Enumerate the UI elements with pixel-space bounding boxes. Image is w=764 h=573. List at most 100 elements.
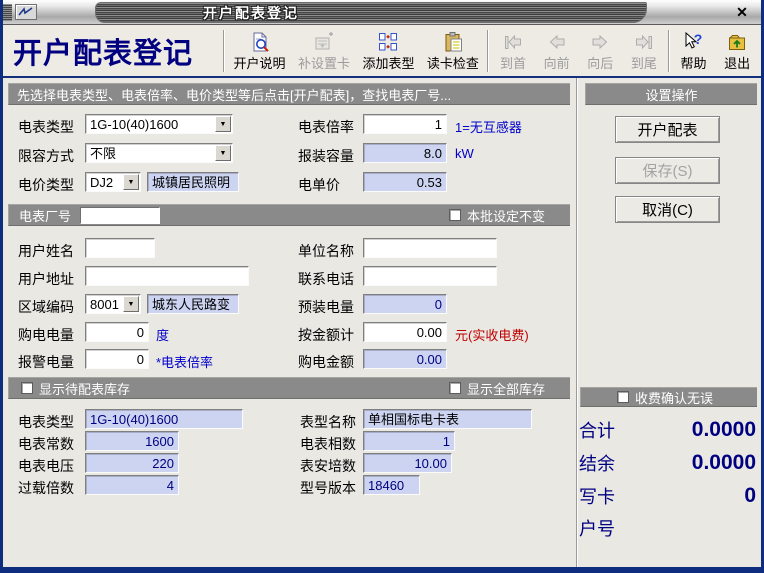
info-ampere-label: 表安培数 [300,456,356,476]
toolbar-button-read-card-check[interactable]: 读卡检查 [421,27,485,75]
limit-mode-select[interactable]: 不限 ▼ [85,143,233,163]
balance-label: 结余 [579,450,615,476]
price-type-desc: 城镇居民照明 [148,173,238,191]
factory-no-input[interactable] [80,207,160,224]
org-name-value [364,239,496,240]
window-logo-icon [15,4,37,20]
toolbar-button-reissue-card: ✳ 补设置卡 [292,27,356,75]
total-row: 合计 0.0000 [579,416,756,444]
area-code-select[interactable]: 8001 ▼ [85,294,141,314]
write-card-value: 0 [744,484,756,508]
multiplier-hint: 1=无互感器 [455,117,522,136]
toolbar-button-previous: 向前 [535,27,579,75]
user-name-input[interactable] [85,238,155,258]
by-amount-unit: 元(实收电费) [455,325,529,344]
pending-stock-checkbox[interactable] [21,382,33,394]
alarm-qty-unit: *电表倍率 [156,352,213,371]
price-type-select[interactable]: DJ2 ▼ [85,172,141,192]
multiplier-input[interactable]: 1 [363,114,447,134]
toolbar-separator [668,30,670,72]
toolbar-button-add-meter-type[interactable]: 添加表型 [356,27,420,75]
batch-fixed-checkbox-group[interactable]: 本批设定不变 [449,206,545,225]
side-panel-title: 设置操作 [645,85,697,104]
info-overload-field: 4 [85,475,179,495]
toolbar-button-exit[interactable]: 退出 [715,27,759,75]
phone-input[interactable] [363,266,497,286]
balance-row: 结余 0.0000 [579,449,756,477]
info-overload-value: 4 [86,476,178,494]
area-code-desc: 城东人民路变 [148,295,238,313]
org-name-input[interactable] [363,238,497,258]
chevron-down-icon[interactable]: ▼ [123,174,139,190]
chevron-down-icon[interactable]: ▼ [215,116,231,132]
info-voltage-label: 电表电压 [18,456,74,476]
info-type-name-value: 单相国标电卡表 [364,410,531,428]
all-stock-checkbox-group[interactable]: 显示全部库存 [449,379,545,398]
info-meter-type-label: 电表类型 [18,412,74,432]
pending-stock-label: 显示待配表库存 [39,379,130,398]
toolbar-button-label: 向前 [544,53,570,72]
capacity-unit: kW [455,146,474,161]
fee-confirm-bar: 收费确认无误 [580,387,757,407]
unit-price-value: 0.53 [364,173,446,191]
close-button[interactable]: ✕ [733,3,751,21]
info-version-value: 18460 [364,476,419,494]
hint-bar: 先选择电表类型、电表倍率、电价类型等后点击[开户配表]，查找电表厂号... [8,83,570,105]
limit-mode-value: 不限 [86,144,232,162]
total-value: 0.0000 [692,418,756,442]
chevron-down-icon[interactable]: ▼ [215,145,231,161]
address-input[interactable] [85,266,249,286]
card-plus-icon: ✳ [313,29,335,53]
phone-value [364,267,496,268]
open-account-assign-button[interactable]: 开户配表 [615,116,720,143]
factory-no-label: 电表厂号 [19,206,71,225]
capacity-value: 8.0 [364,144,446,162]
info-type-name-field: 单相国标电卡表 [363,409,532,429]
panel-divider [576,78,578,567]
toolbar-button-last: 到尾 [622,27,666,75]
preload-qty-value: 0 [364,295,446,313]
app-window: 开户配表登记 ✕ 开户配表登记 开户说明 ✳ 补设置卡 [0,0,764,573]
titlebar-stripe-stub [3,4,12,21]
titlebar-stripes [95,2,647,23]
purchase-qty-input[interactable]: 0 [85,322,149,342]
address-label: 用户地址 [18,269,74,289]
multiplier-value: 1 [364,115,446,133]
meter-type-select[interactable]: 1G-10(40)1600 ▼ [85,114,233,134]
toolbar-separator [487,30,489,72]
batch-fixed-label: 本批设定不变 [467,206,545,225]
client-area: 先选择电表类型、电表倍率、电价类型等后点击[开户配表]，查找电表厂号... 设置… [3,78,761,567]
capacity-label: 报装容量 [298,146,354,166]
stock-bar: 显示待配表库存 显示全部库存 [8,377,570,399]
page-title: 开户配表登记 [5,30,221,72]
address-value [86,267,248,268]
title-bar: 开户配表登记 ✕ [3,0,761,25]
info-phases-value: 1 [364,432,454,450]
help-icon: ? [683,29,705,53]
by-amount-input[interactable]: 0.00 [363,322,447,342]
hint-text: 先选择电表类型、电表倍率、电价类型等后点击[开户配表]，查找电表厂号... [17,85,451,104]
all-stock-checkbox[interactable] [449,382,461,394]
cancel-button[interactable]: 取消(C) [615,196,720,223]
toolbar: 开户配表登记 开户说明 ✳ 补设置卡 添加表型 [3,25,761,78]
area-code-label: 区域编码 [18,297,74,317]
by-amount-value: 0.00 [364,323,446,341]
batch-fixed-checkbox[interactable] [449,209,461,221]
alarm-qty-input[interactable]: 0 [85,349,149,369]
pending-stock-checkbox-group[interactable]: 显示待配表库存 [21,379,130,398]
purchase-qty-unit: 度 [156,325,169,344]
info-overload-label: 过载倍数 [18,478,74,498]
fee-confirm-checkbox-group[interactable]: 收费确认无误 [617,388,713,407]
info-voltage-field: 220 [85,453,179,473]
info-phases-field: 1 [363,431,455,451]
info-ampere-field: 10.00 [363,453,452,473]
toolbar-button-open-instructions[interactable]: 开户说明 [227,27,291,75]
purchase-amount-field: 0.00 [363,349,447,369]
purchase-qty-value: 0 [86,323,148,341]
all-stock-label: 显示全部库存 [467,379,545,398]
fee-confirm-checkbox[interactable] [617,391,629,403]
chevron-down-icon[interactable]: ▼ [123,296,139,312]
capacity-field: 8.0 [363,143,447,163]
info-constant-label: 电表常数 [18,434,74,454]
toolbar-button-help[interactable]: ? 帮助 [672,27,716,75]
